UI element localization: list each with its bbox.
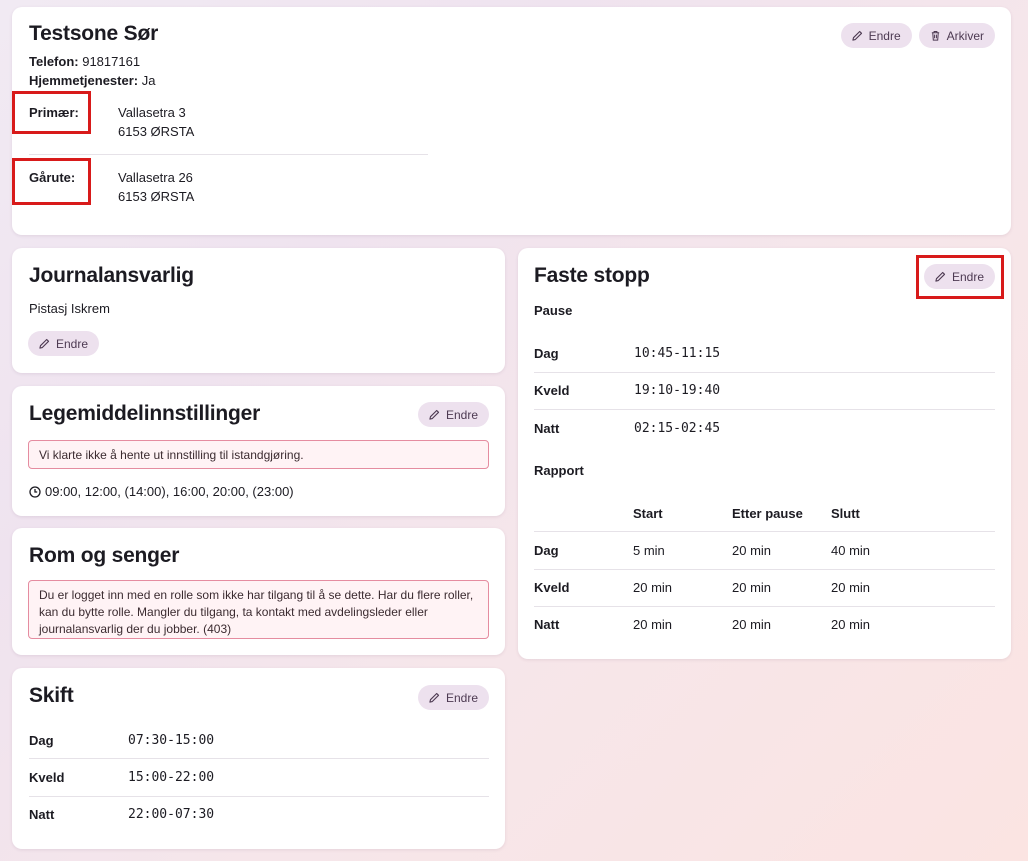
report-after: 20 min [732,580,772,595]
location-actions: Endre Arkiver [840,23,995,48]
report-start: 20 min [633,580,673,595]
pause-time: 19:10-19:40 [634,383,721,398]
home-service-value: Ja [141,73,156,88]
pencil-icon [429,409,440,420]
shift-time: 22:00-07:30 [128,807,215,822]
home-service-row: Hjemmetjenester: Ja [29,73,155,88]
report-end: 20 min [831,617,871,632]
shift-name: Dag [29,733,54,748]
shifts-card: Skift Endre Dag 07:30-15:00 Kveld 15:00-… [12,668,505,849]
medication-times: 09:00, 12:00, (14:00), 16:00, 20:00, (23… [45,484,294,499]
report-after: 20 min [732,617,772,632]
location-archive-button[interactable]: Arkiver [918,23,995,48]
rooms-card: Rom og senger Du er logget inn med en ro… [12,528,505,655]
journal-title: Journalansvarlig [29,264,194,287]
report-col-end: Slutt [831,506,860,521]
address-primary-line2: 6153 ØRSTA [118,124,195,139]
home-service-label: Hjemmetjenester: [29,73,139,88]
journal-edit-button[interactable]: Endre [28,331,100,356]
report-col-after-pause: Etter pause [732,506,803,521]
address-route-line1: Vallasetra 26 [118,170,193,185]
highlight-primary-label [12,91,91,134]
shift-divider [29,758,489,759]
journal-card: Journalansvarlig Pistasj Iskrem Endre [12,248,505,373]
medication-edit-button[interactable]: Endre [417,402,489,427]
pencil-icon [429,692,440,703]
phone-label: Telefon: [29,54,79,69]
pencil-icon [39,338,50,349]
location-name: Testsone Sør [29,22,159,45]
pause-divider [534,372,995,373]
highlight-fixed-stops-edit [916,255,1004,299]
pause-name: Kveld [534,383,570,398]
phone-row: Telefon: 91817161 [29,54,140,69]
pause-name: Dag [534,346,559,361]
medication-times-row: 09:00, 12:00, (14:00), 16:00, 20:00, (23… [29,484,294,499]
pause-time: 10:45-11:15 [634,346,721,361]
fixed-stops-card: Faste stopp Endre Pause Dag 10:45-11:15 … [518,248,1011,659]
address-divider [29,154,428,155]
phone-value: 91817161 [82,54,141,69]
shift-name: Kveld [29,770,65,785]
rooms-title: Rom og senger [29,544,180,567]
report-name: Kveld [534,580,570,595]
shifts-edit-label: Endre [445,690,478,705]
report-name: Dag [534,543,559,558]
highlight-route-label [12,158,91,205]
address-primary-line1: Vallasetra 3 [118,105,186,120]
report-heading: Rapport [534,463,584,478]
pause-heading: Pause [534,303,573,318]
shift-divider [29,796,489,797]
report-end: 20 min [831,580,871,595]
pause-time: 02:15-02:45 [634,421,721,436]
pause-name: Natt [534,421,560,436]
address-route-line2: 6153 ØRSTA [118,189,195,204]
report-start: 20 min [633,617,673,632]
location-edit-label: Endre [868,28,901,43]
pencil-icon [851,30,862,41]
report-divider [534,606,995,607]
location-archive-label: Arkiver [946,28,984,43]
fixed-stops-title: Faste stopp [534,264,650,287]
rooms-error-alert: Du er logget inn med en rolle som ikke h… [28,580,489,639]
report-end: 40 min [831,543,871,558]
report-col-start: Start [633,506,663,521]
location-edit-button[interactable]: Endre [840,23,912,48]
shift-time: 07:30-15:00 [128,733,215,748]
report-start: 5 min [633,543,665,558]
report-divider [534,569,995,570]
medication-card: Legemiddelinnstillinger Endre Vi klarte … [12,386,505,516]
report-after: 20 min [732,543,772,558]
report-divider [534,531,995,532]
journal-person: Pistasj Iskrem [29,301,110,316]
shift-time: 15:00-22:00 [128,770,215,785]
journal-edit-label: Endre [56,336,89,351]
shifts-title: Skift [29,684,74,707]
medication-title: Legemiddelinnstillinger [29,402,261,425]
clock-icon [29,485,41,498]
report-name: Natt [534,617,560,632]
shifts-edit-button[interactable]: Endre [417,685,489,710]
medication-error-alert: Vi klarte ikke å hente ut innstilling ti… [28,440,489,469]
trash-icon [931,30,939,41]
location-card: Testsone Sør Telefon: 91817161 Hjemmetje… [12,7,1011,235]
shift-name: Natt [29,807,55,822]
pause-divider [534,409,995,410]
medication-edit-label: Endre [445,407,478,422]
